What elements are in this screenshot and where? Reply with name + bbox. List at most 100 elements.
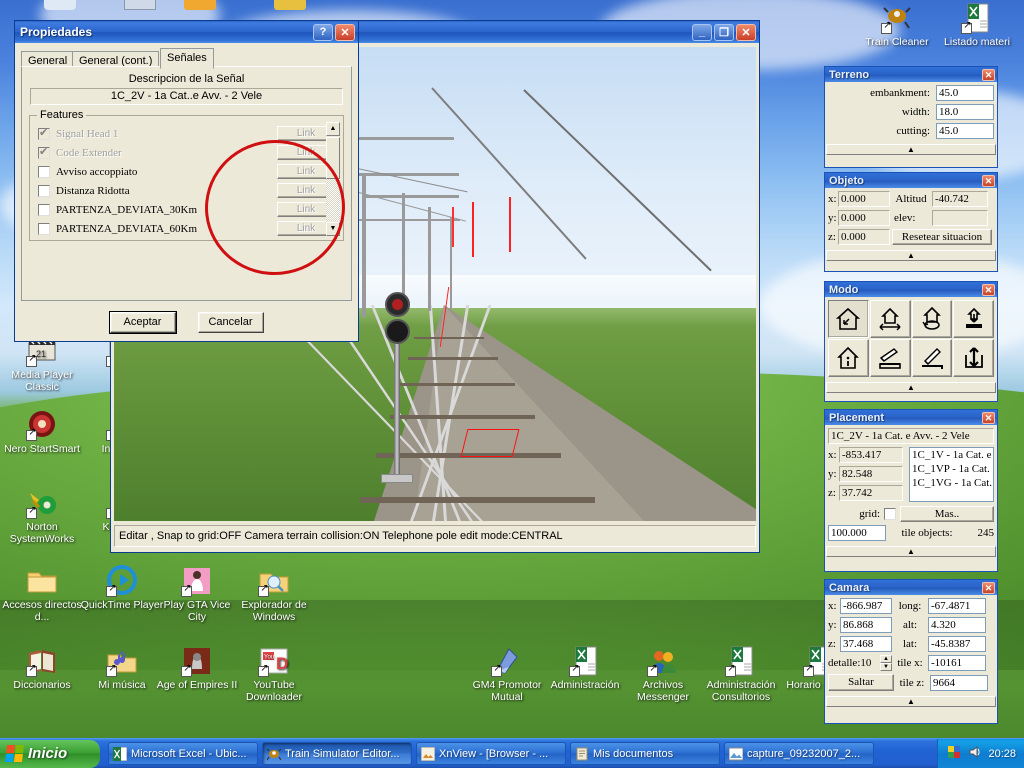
taskbar-item-train-simulator-editor[interactable]: Train Simulator Editor... bbox=[262, 742, 412, 765]
desktop-icon-nero-startsmart[interactable]: Nero StartSmart bbox=[0, 409, 84, 456]
mas-button[interactable]: Mas.. bbox=[900, 506, 994, 522]
taskbar-clock[interactable]: 20:28 bbox=[988, 748, 1016, 760]
objeto-titlebar[interactable]: Objeto ✕ bbox=[825, 173, 997, 188]
scroll-down-button[interactable]: ▼ bbox=[326, 222, 340, 236]
placement-collapse-button[interactable]: ▲ bbox=[826, 546, 996, 557]
mode-move-object-button[interactable] bbox=[870, 300, 911, 338]
close-button[interactable]: ✕ bbox=[736, 24, 756, 41]
volume-icon[interactable] bbox=[968, 745, 982, 762]
saltar-button[interactable]: Saltar bbox=[828, 674, 894, 691]
list-item[interactable]: 1C_1VP - 1a Cat. e bbox=[910, 462, 993, 476]
objeto-z-value[interactable]: 0.000 bbox=[838, 229, 890, 245]
terreno-titlebar[interactable]: Terreno ✕ bbox=[825, 67, 997, 82]
desktop-icon-partial[interactable] bbox=[248, 0, 332, 13]
camara-z-value[interactable]: 37.468 bbox=[840, 636, 892, 652]
close-icon[interactable]: ✕ bbox=[982, 284, 995, 296]
desktop-icon-administracion[interactable]: Administración bbox=[543, 645, 627, 692]
feature-checkbox-partenza-deviata-30km[interactable] bbox=[38, 204, 50, 216]
camara-x-value[interactable]: -866.987 bbox=[840, 598, 892, 614]
mode-select-object-button[interactable] bbox=[828, 300, 869, 338]
desktop-icon-mi-musica[interactable]: Mi música bbox=[80, 645, 164, 692]
minimize-button[interactable]: _ bbox=[692, 24, 712, 41]
feature-checkbox-code-extender[interactable] bbox=[38, 147, 50, 159]
display-icon[interactable] bbox=[948, 745, 962, 762]
tile-z-value[interactable]: 9664 bbox=[930, 675, 988, 691]
scrollbar-track[interactable] bbox=[326, 179, 340, 221]
cutting-input[interactable]: 45.0 bbox=[936, 123, 994, 139]
feature-row[interactable]: Signal Head 1 Link bbox=[34, 124, 339, 143]
desktop-icon-partial[interactable] bbox=[18, 0, 102, 13]
mode-terrain-pick-button[interactable] bbox=[912, 339, 953, 377]
modo-titlebar[interactable]: Modo ✕ bbox=[825, 282, 997, 297]
width-input[interactable]: 18.0 bbox=[936, 104, 994, 120]
elev-value[interactable] bbox=[932, 210, 988, 226]
feature-checkbox-distanza-ridotta[interactable] bbox=[38, 185, 50, 197]
desktop-icon-explorador-de-windows[interactable]: Explorador de Windows bbox=[232, 565, 316, 623]
placement-step-input[interactable]: 100.000 bbox=[828, 525, 886, 541]
feature-checkbox-avviso-accoppiato[interactable] bbox=[38, 166, 50, 178]
cancel-button[interactable]: Cancelar bbox=[198, 312, 264, 333]
mode-rotate-object-button[interactable] bbox=[912, 300, 953, 338]
mode-terrain-paint-button[interactable] bbox=[870, 339, 911, 377]
resetear-situacion-button[interactable]: Resetear situacion bbox=[892, 229, 992, 245]
desktop-icon-norton-systemworks[interactable]: Norton SystemWorks bbox=[0, 487, 84, 545]
desktop-icon-gm4-promotor-mutual[interactable]: GM4 Promotor Mutual bbox=[465, 645, 549, 703]
objeto-y-value[interactable]: 0.000 bbox=[838, 210, 890, 226]
embankment-input[interactable]: 45.0 bbox=[936, 85, 994, 101]
terreno-collapse-button[interactable]: ▲ bbox=[826, 144, 996, 155]
desktop-icon-play-gta-vice-city[interactable]: Play GTA Vice City bbox=[155, 565, 239, 623]
tile-x-value[interactable]: -10161 bbox=[928, 655, 986, 671]
lat-value[interactable]: -45.8387 bbox=[928, 636, 986, 652]
placement-object-list[interactable]: 1C_1V - 1a Cat. e . 1C_1VP - 1a Cat. e 1… bbox=[909, 447, 994, 502]
mode-object-info-button[interactable] bbox=[828, 339, 869, 377]
close-icon[interactable]: ✕ bbox=[982, 412, 995, 424]
grid-checkbox[interactable] bbox=[884, 508, 896, 520]
feature-row[interactable]: PARTENZA_DEVIATA_60Km Link bbox=[34, 219, 339, 238]
alt-value[interactable]: 4.320 bbox=[928, 617, 986, 633]
list-item[interactable]: 1C_1V - 1a Cat. e . bbox=[910, 448, 993, 462]
desktop-icon-diccionarios[interactable]: Diccionarios bbox=[0, 645, 84, 692]
maximize-button[interactable]: ❐ bbox=[714, 24, 734, 41]
close-icon[interactable]: ✕ bbox=[982, 175, 995, 187]
list-item[interactable]: 1C_1VG - 1a Cat. e bbox=[910, 476, 993, 490]
detalle-spinner[interactable]: ▲▼ bbox=[880, 655, 892, 671]
placement-titlebar[interactable]: Placement ✕ bbox=[825, 410, 997, 425]
feature-row[interactable]: PARTENZA_DEVIATA_30Km Link bbox=[34, 200, 339, 219]
start-button[interactable]: Inicio bbox=[0, 740, 100, 768]
railway-signal-object[interactable] bbox=[377, 292, 417, 492]
desktop-icon-media-player-classic[interactable]: 21 Media Player Classic bbox=[0, 335, 84, 393]
desktop-icon-train-cleaner[interactable]: Train Cleaner bbox=[855, 2, 939, 49]
feature-row[interactable]: Code Extender Link bbox=[34, 143, 339, 162]
placement-y-value[interactable]: 82.548 bbox=[839, 466, 903, 482]
dialog-titlebar[interactable]: Propiedades ? ✕ bbox=[15, 21, 358, 43]
feature-checkbox-partenza-deviata-60km[interactable] bbox=[38, 223, 50, 235]
altitud-value[interactable]: -40.742 bbox=[932, 191, 988, 207]
placement-z-value[interactable]: 37.742 bbox=[839, 485, 903, 501]
camara-titlebar[interactable]: Camara ✕ bbox=[825, 580, 997, 595]
mode-drop-to-ground-button[interactable] bbox=[953, 300, 994, 338]
desktop-icon-quicktime-player[interactable]: QuickTime Player bbox=[80, 565, 164, 612]
desktop-icon-listado-materi[interactable]: Listado materi bbox=[935, 2, 1019, 49]
objeto-collapse-button[interactable]: ▲ bbox=[826, 250, 996, 261]
accept-button[interactable]: Aceptar bbox=[110, 312, 176, 333]
mode-terrain-raise-lower-button[interactable] bbox=[953, 339, 994, 377]
placement-x-value[interactable]: -853.417 bbox=[839, 447, 903, 463]
desktop-icon-youtube-downloader[interactable]: YouD YouTube Downloader bbox=[232, 645, 316, 703]
feature-row[interactable]: Distanza Ridotta Link bbox=[34, 181, 339, 200]
desktop-icon-partial[interactable] bbox=[158, 0, 242, 13]
objeto-x-value[interactable]: 0.000 bbox=[838, 191, 890, 207]
taskbar-item-xnview[interactable]: XnView - [Browser - ... bbox=[416, 742, 566, 765]
scroll-up-button[interactable]: ▲ bbox=[326, 122, 340, 136]
close-icon[interactable]: ✕ bbox=[982, 69, 995, 81]
modo-collapse-button[interactable]: ▲ bbox=[826, 382, 996, 393]
features-scrollbar[interactable]: ▲ ▼ bbox=[326, 122, 340, 236]
close-icon[interactable]: ✕ bbox=[982, 582, 995, 594]
feature-checkbox-signal-head-1[interactable] bbox=[38, 128, 50, 140]
camara-collapse-button[interactable]: ▲ bbox=[826, 696, 996, 707]
taskbar-item-capture[interactable]: capture_09232007_2... bbox=[724, 742, 874, 765]
help-button[interactable]: ? bbox=[313, 24, 333, 41]
feature-row[interactable]: Avviso accoppiato Link bbox=[34, 162, 339, 181]
desktop-icon-accesos-directos[interactable]: Accesos directos d... bbox=[0, 565, 84, 623]
camara-y-value[interactable]: 86.868 bbox=[840, 617, 892, 633]
desktop-icon-administracion-consultorios[interactable]: Administración Consultorios bbox=[699, 645, 783, 703]
